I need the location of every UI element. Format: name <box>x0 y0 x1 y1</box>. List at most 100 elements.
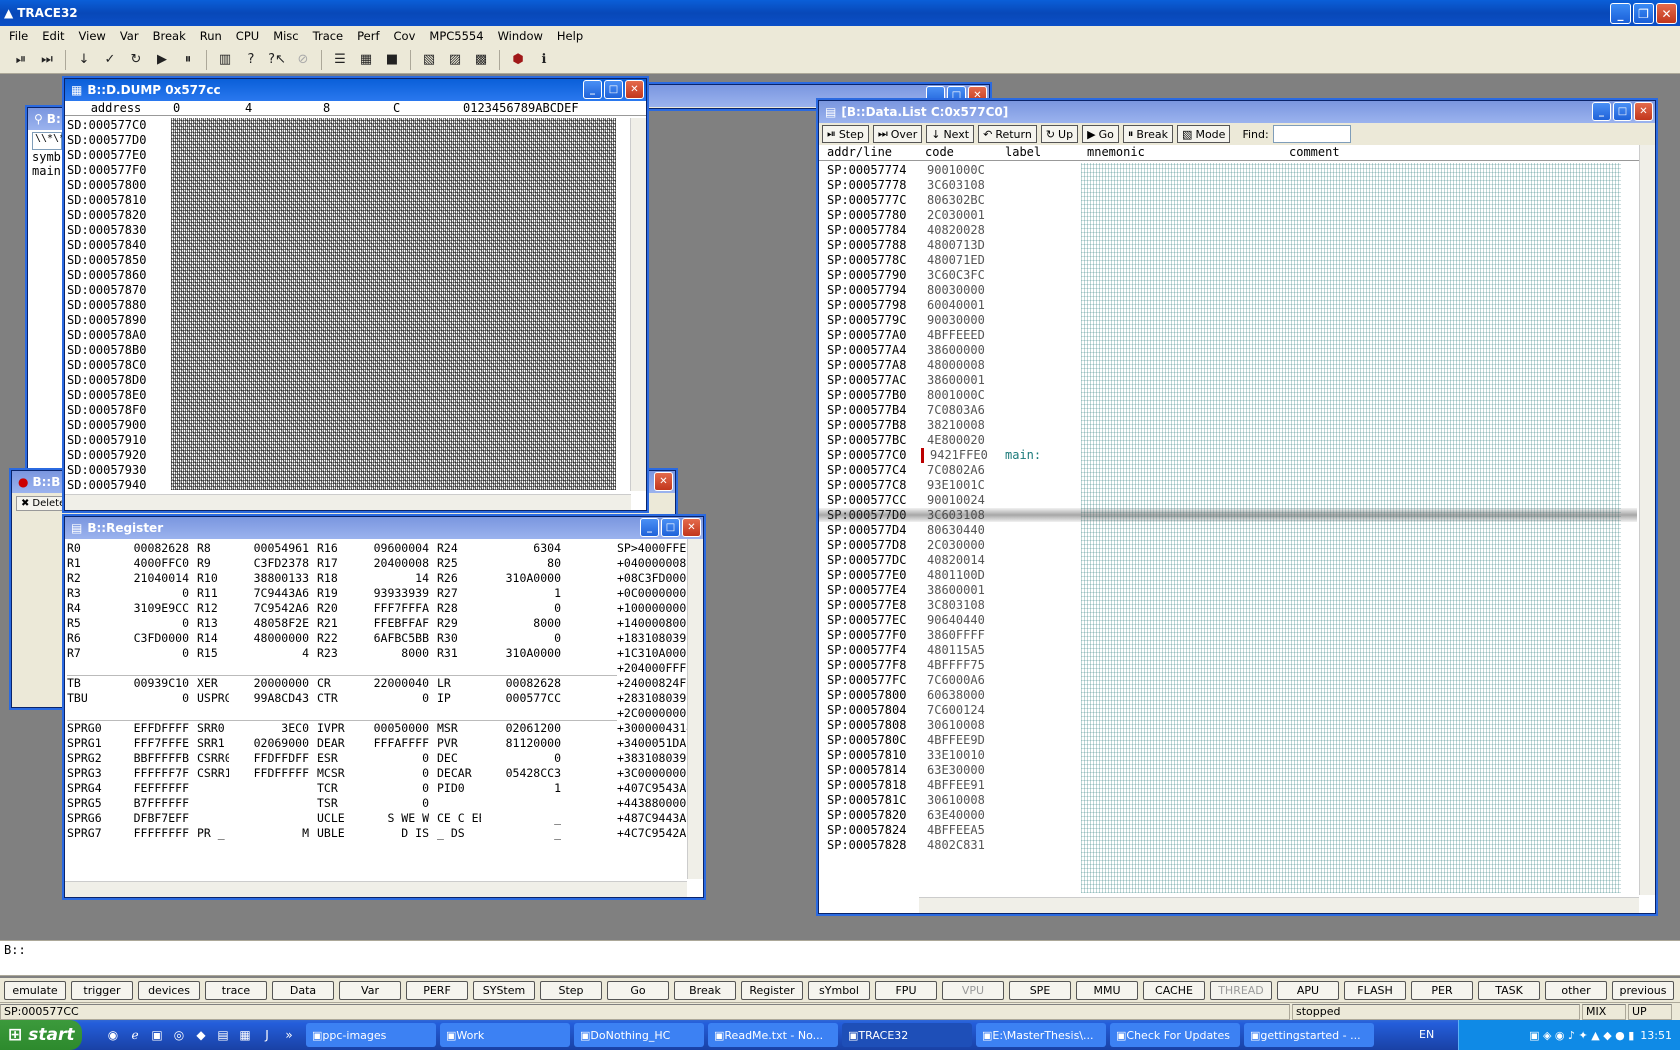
list-row[interactable]: SP:00057784 40820028 <box>827 223 1087 238</box>
register-value[interactable]: 20000000 <box>229 676 309 691</box>
list-row[interactable]: SP:000577D8 2C030000 <box>827 538 1087 553</box>
softkey-flash[interactable]: FLASH <box>1344 980 1406 1000</box>
softkey-other[interactable]: other <box>1545 980 1607 1000</box>
register-value[interactable]: FFFFFF7F <box>111 766 189 781</box>
list-row[interactable]: SP:00057788 4800713D <box>827 238 1087 253</box>
info-icon[interactable]: ℹ <box>533 49 555 71</box>
stack-value[interactable]: 31080390 <box>638 631 693 646</box>
taskbar-task[interactable]: ▣ gettingstarted - ... <box>1244 1023 1374 1047</box>
stack-value[interactable]: 7C9443A6 <box>638 811 693 826</box>
list-row[interactable]: SP:00057798 60040001 <box>827 298 1087 313</box>
menu-mpc5554[interactable]: MPC5554 <box>422 29 490 43</box>
register-value[interactable]: FFFAFFFF <box>349 736 429 751</box>
register-value[interactable]: FFFFFFFF <box>111 826 189 841</box>
softkey-system[interactable]: SYStem <box>473 980 535 1000</box>
register-value[interactable]: 21040014 <box>111 571 189 586</box>
list-row[interactable]: SP:000577B4 7C0803A6 <box>827 403 1087 418</box>
taskbar-task[interactable]: ▣ TRACE32 <box>842 1023 972 1047</box>
register-value[interactable]: 310A0000 <box>481 571 561 586</box>
register-value[interactable]: S WE W <box>349 811 429 826</box>
list-row[interactable]: SP:000577C8 93E1001C <box>827 478 1087 493</box>
register-value[interactable]: 6AFBC5BB <box>349 631 429 646</box>
softkey-symbol[interactable]: sYmbol <box>808 980 870 1000</box>
stack-value[interactable]: 000824F0 <box>638 676 693 691</box>
list-row[interactable]: SP:00057794 80030000 <box>827 283 1087 298</box>
register-value[interactable]: 0 <box>111 616 189 631</box>
menu-run[interactable]: Run <box>193 29 229 43</box>
stack-value[interactable]: 00000001 <box>638 766 693 781</box>
list-row[interactable]: SP:00057828 4802C831 <box>827 838 1087 853</box>
softkey-break[interactable]: Break <box>674 980 736 1000</box>
softkey-per[interactable]: PER <box>1411 980 1473 1000</box>
register-value[interactable]: 8000 <box>481 616 561 631</box>
expand-icon[interactable]: » <box>280 1026 298 1044</box>
softkey-apu[interactable]: APU <box>1277 980 1339 1000</box>
symbols-filter-input[interactable]: \\*\* <box>32 132 65 150</box>
stack-value[interactable]: 31080390 <box>638 751 693 766</box>
stack-value[interactable]: 310A0000 <box>638 646 693 661</box>
stack-value[interactable]: 4000FFF0 <box>638 661 693 676</box>
register-value[interactable]: 0 <box>111 646 189 661</box>
menu-break[interactable]: Break <box>146 29 193 43</box>
restore-button[interactable]: ❐ <box>1633 3 1654 24</box>
dump-maximize[interactable]: □ <box>604 80 623 99</box>
list-row[interactable]: SP:00057824 4BFFEEA5 <box>827 823 1087 838</box>
list-maximize[interactable]: □ <box>1613 102 1632 121</box>
taskbar-task[interactable]: ▣ Work <box>440 1023 570 1047</box>
register-value[interactable]: 0 <box>349 766 429 781</box>
register-minimize[interactable]: _ <box>640 518 659 537</box>
register-value[interactable]: 22000040 <box>349 676 429 691</box>
register-value[interactable]: 48058F2E <box>229 616 309 631</box>
start-button[interactable]: ⊞ start <box>0 1020 82 1050</box>
register-value[interactable]: B7FFFFFF <box>111 796 189 811</box>
register-value[interactable]: 09600004 <box>349 541 429 556</box>
list-row[interactable]: SP:000577E8 3C803108 <box>827 598 1087 613</box>
break-icon[interactable]: ⏸ <box>177 49 199 71</box>
register-value[interactable]: 0 <box>111 586 189 601</box>
dump-minimize[interactable]: _ <box>583 80 602 99</box>
list-row[interactable]: SP:00057818 4BFFEE91 <box>827 778 1087 793</box>
register-value[interactable]: FFF7FFFA <box>349 601 429 616</box>
softkey-thread[interactable]: THREAD <box>1210 980 1272 1000</box>
list-over-button[interactable]: ⏭ Over <box>872 125 923 143</box>
list-break-button[interactable]: ⏸ Break <box>1122 125 1174 143</box>
stack-value[interactable]: 38800000 <box>638 796 693 811</box>
register-value[interactable]: FFDFFFFF <box>229 766 309 781</box>
list-row[interactable]: SP:000577FC 7C6000A6 <box>827 673 1087 688</box>
view2-icon[interactable]: ▨ <box>444 49 466 71</box>
register-value[interactable]: 1 <box>481 781 561 796</box>
list-vscroll[interactable] <box>1639 145 1655 895</box>
check-icon[interactable]: ✓ <box>99 49 121 71</box>
register-value[interactable]: 0 <box>349 691 429 706</box>
register-value[interactable]: 00082628 <box>481 676 561 691</box>
list-row[interactable]: SP:000577E4 38600001 <box>827 583 1087 598</box>
step-over-icon[interactable]: ⏭ <box>36 49 58 71</box>
register-value[interactable]: 38800133 <box>229 571 309 586</box>
stack-value[interactable]: 31080390 <box>638 691 693 706</box>
softkey-previous[interactable]: previous <box>1612 980 1674 1000</box>
menu-cov[interactable]: Cov <box>387 29 423 43</box>
list-row[interactable]: SP:000577A0 4BFFEEED <box>827 328 1087 343</box>
register-maximize[interactable]: □ <box>661 518 680 537</box>
menu-edit[interactable]: Edit <box>35 29 71 43</box>
register-value[interactable]: FFF7FFFE <box>111 736 189 751</box>
list-row[interactable]: SP:00057814 63E30000 <box>827 763 1087 778</box>
register-value[interactable]: 00082628 <box>111 541 189 556</box>
list-step-button[interactable]: ⏯ Step <box>822 125 869 143</box>
stack-value[interactable]: 4000FFE0 <box>638 541 693 556</box>
register-value[interactable]: 02061200 <box>481 721 561 736</box>
list-row[interactable]: SP:0005779C 90030000 <box>827 313 1087 328</box>
down-icon[interactable]: ↓ <box>73 49 95 71</box>
go-icon[interactable]: ▶ <box>151 49 173 71</box>
find-input[interactable] <box>1272 125 1351 143</box>
register-value[interactable]: 20400008 <box>349 556 429 571</box>
list-row[interactable]: SP:000577CC 90010024 <box>827 493 1087 508</box>
taskbar-task[interactable]: ▣ ReadMe.txt - No... <box>708 1023 838 1047</box>
data-list-titlebar[interactable]: ▤ [B::Data.List C:0x577C0] _ □ ✕ <box>819 101 1655 123</box>
view1-icon[interactable]: ▧ <box>418 49 440 71</box>
menu-help[interactable]: Help <box>550 29 590 43</box>
register-value[interactable]: 7C9542A6 <box>229 601 309 616</box>
register-value[interactable]: 3EC0 <box>229 721 309 736</box>
list-row[interactable]: SP:00057808 30610008 <box>827 718 1087 733</box>
softkey-vpu[interactable]: VPU <box>942 980 1004 1000</box>
